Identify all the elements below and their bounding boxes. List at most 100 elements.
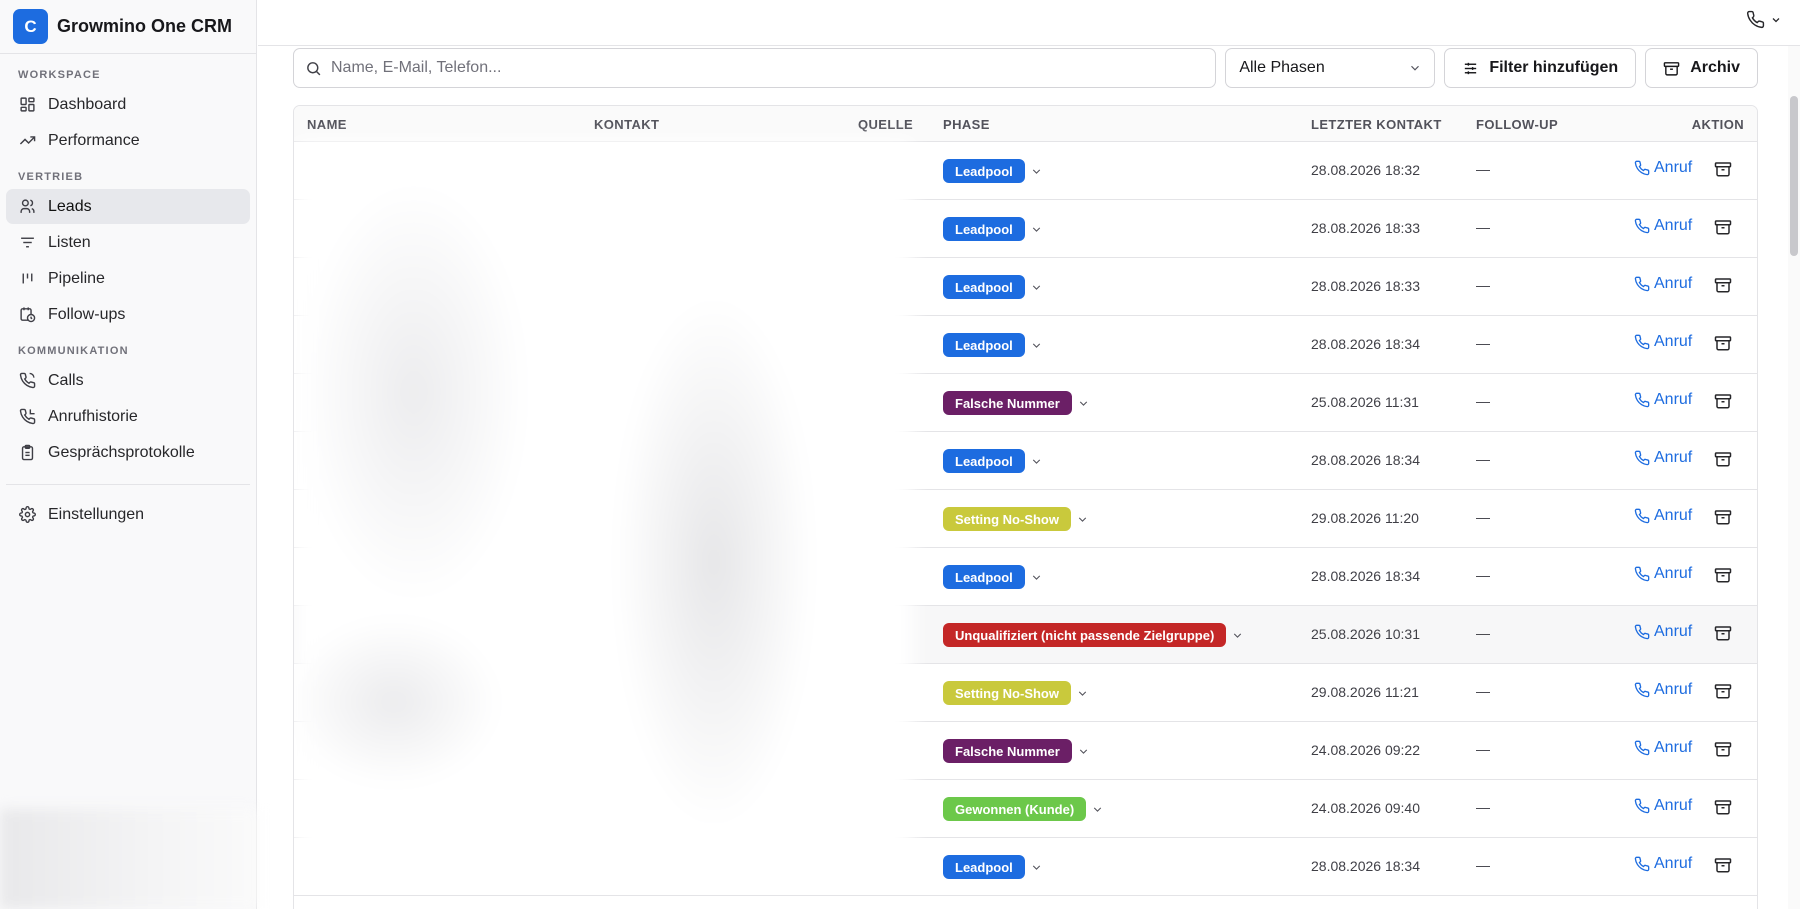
phase-dropdown[interactable]: Leadpool — [943, 159, 1043, 183]
call-label: Anruf — [1654, 565, 1693, 582]
phase-dropdown[interactable]: Setting No-Show — [943, 507, 1089, 531]
phase-badge[interactable]: Leadpool — [943, 275, 1025, 299]
phase-badge[interactable]: Leadpool — [943, 333, 1025, 357]
call-button[interactable]: Anruf — [1634, 507, 1692, 525]
call-label: Anruf — [1654, 855, 1693, 872]
chevron-down-icon[interactable] — [1076, 513, 1089, 526]
call-button[interactable]: Anruf — [1634, 449, 1692, 467]
chevron-down-icon[interactable] — [1077, 745, 1090, 758]
phase-badge[interactable]: Setting No-Show — [943, 507, 1071, 531]
add-filter-button[interactable]: Filter hinzufügen — [1444, 48, 1637, 88]
archive-icon[interactable] — [1714, 682, 1732, 700]
phase-badge[interactable]: Leadpool — [943, 449, 1025, 473]
archive-icon[interactable] — [1714, 624, 1732, 642]
call-button[interactable]: Anruf — [1634, 739, 1692, 757]
call-button[interactable]: Anruf — [1634, 797, 1692, 815]
archive-icon[interactable] — [1714, 740, 1732, 758]
call-button[interactable]: Anruf — [1634, 275, 1692, 293]
phase-badge[interactable]: Gewonnen (Kunde) — [943, 797, 1087, 821]
archive-icon[interactable] — [1714, 450, 1732, 468]
archive-label: Archiv — [1690, 59, 1740, 76]
call-button[interactable]: Anruf — [1634, 159, 1692, 177]
phase-dropdown[interactable]: Unqualifiziert (nicht passende Zielgrupp… — [943, 623, 1244, 647]
chevron-down-icon[interactable] — [1091, 803, 1104, 816]
brand-logo: C — [13, 9, 48, 44]
sidebar-item-pipeline[interactable]: Pipeline — [6, 261, 250, 296]
chevron-down-icon[interactable] — [1030, 571, 1043, 584]
phase-badge[interactable]: Falsche Nummer — [943, 739, 1072, 763]
call-button[interactable]: Anruf — [1634, 391, 1692, 409]
phase-dropdown[interactable]: Leadpool — [943, 333, 1043, 357]
sidebar-item-gespraechsprotokolle[interactable]: Gesprächsprotokolle — [6, 435, 250, 470]
call-button[interactable]: Anruf — [1634, 333, 1692, 351]
phase-dropdown[interactable]: Leadpool — [943, 449, 1043, 473]
archive-icon[interactable] — [1714, 798, 1732, 816]
call-label: Anruf — [1654, 391, 1693, 408]
scrollbar-thumb[interactable] — [1790, 96, 1798, 256]
call-button[interactable]: Anruf — [1634, 565, 1692, 583]
phase-badge[interactable]: Setting No-Show — [943, 681, 1071, 705]
phase-badge[interactable]: Leadpool — [943, 159, 1025, 183]
chevron-down-icon[interactable] — [1231, 629, 1244, 642]
sidebar-item-calls[interactable]: Calls — [6, 363, 250, 398]
archive-icon[interactable] — [1714, 392, 1732, 410]
sidebar-item-performance[interactable]: Performance — [6, 123, 250, 158]
phase-dropdown[interactable]: Leadpool — [943, 275, 1043, 299]
trend-icon — [18, 132, 36, 150]
archive-icon[interactable] — [1714, 856, 1732, 874]
archive-icon[interactable] — [1714, 218, 1732, 236]
search-box[interactable] — [293, 48, 1217, 88]
sidebar-item-leads[interactable]: Leads — [6, 189, 250, 224]
chevron-down-icon[interactable] — [1030, 223, 1043, 236]
chevron-down-icon[interactable] — [1030, 861, 1043, 874]
header-kontakt[interactable]: KONTAKT — [594, 117, 659, 132]
header-name[interactable]: NAME — [307, 117, 347, 132]
chevron-down-icon[interactable] — [1030, 281, 1043, 294]
archive-icon[interactable] — [1714, 160, 1732, 178]
archive-icon[interactable] — [1714, 276, 1732, 294]
archive-icon[interactable] — [1714, 334, 1732, 352]
chevron-down-icon[interactable] — [1076, 687, 1089, 700]
header-letzter-kontakt[interactable]: LETZTER KONTAKT — [1311, 117, 1442, 132]
chevron-down-icon[interactable] — [1030, 455, 1043, 468]
scrollbar[interactable] — [1788, 46, 1800, 909]
call-button[interactable]: Anruf — [1634, 623, 1692, 641]
phase-select[interactable]: Alle Phasen — [1225, 48, 1436, 88]
pipeline-icon — [18, 270, 36, 288]
phase-badge[interactable]: Leadpool — [943, 565, 1025, 589]
chevron-down-icon[interactable] — [1030, 165, 1043, 178]
sidebar-item-listen[interactable]: Listen — [6, 225, 250, 260]
follow-up: — — [1476, 161, 1490, 177]
phase-dropdown[interactable]: Leadpool — [943, 855, 1043, 879]
call-button[interactable]: Anruf — [1634, 217, 1692, 235]
sidebar-item-anrufhistorie[interactable]: Anrufhistorie — [6, 399, 250, 434]
phase-badge[interactable]: Leadpool — [943, 217, 1025, 241]
phase-badge[interactable]: Leadpool — [943, 855, 1025, 879]
phase-dropdown[interactable]: Leadpool — [943, 565, 1043, 589]
phase-dropdown[interactable]: Setting No-Show — [943, 681, 1089, 705]
header-quelle[interactable]: QUELLE — [858, 117, 913, 132]
phase-dropdown[interactable]: Leadpool — [943, 217, 1043, 241]
archive-icon[interactable] — [1714, 566, 1732, 584]
chevron-down-icon[interactable] — [1077, 397, 1090, 410]
sidebar-item-follow-ups[interactable]: Follow-ups — [6, 297, 250, 332]
chevron-down-icon[interactable] — [1030, 339, 1043, 352]
archive-icon[interactable] — [1714, 508, 1732, 526]
call-button[interactable]: Anruf — [1634, 855, 1692, 873]
brand[interactable]: C Growmino One CRM — [0, 0, 256, 54]
search-input[interactable] — [331, 59, 1216, 77]
last-contact: 28.08.2026 18:33 — [1311, 220, 1420, 236]
sidebar-item-dashboard[interactable]: Dashboard — [6, 87, 250, 122]
phase-dropdown[interactable]: Falsche Nummer — [943, 739, 1090, 763]
phase-dropdown[interactable]: Gewonnen (Kunde) — [943, 797, 1104, 821]
phone-menu-button[interactable] — [1746, 10, 1782, 29]
phase-badge[interactable]: Unqualifiziert (nicht passende Zielgrupp… — [943, 623, 1227, 647]
header-phase[interactable]: PHASE — [943, 117, 990, 132]
call-button[interactable]: Anruf — [1634, 681, 1692, 699]
archive-button[interactable]: Archiv — [1645, 48, 1758, 88]
sidebar-item-einstellungen[interactable]: Einstellungen — [6, 497, 250, 532]
header-follow-up[interactable]: FOLLOW-UP — [1476, 117, 1558, 132]
phase-badge[interactable]: Falsche Nummer — [943, 391, 1072, 415]
phase-dropdown[interactable]: Falsche Nummer — [943, 391, 1090, 415]
search-icon — [305, 60, 322, 77]
